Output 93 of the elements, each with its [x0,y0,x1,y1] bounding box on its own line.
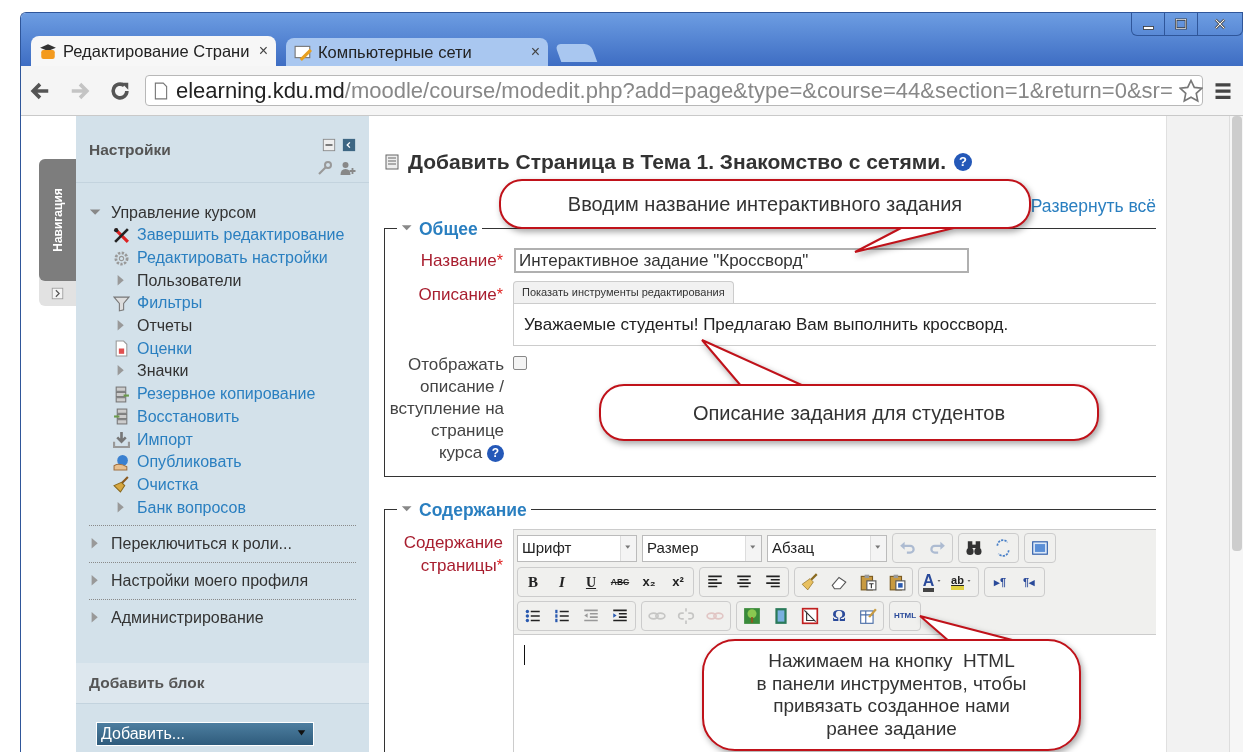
menu-icon[interactable] [1213,80,1233,101]
replace-icon [994,539,1012,557]
editor-text: Уважаемые студенты! Предлагаю Вам выполнить кроссворд. [524,313,1009,336]
toolbar-button[interactable]: A [921,570,947,594]
page-icon [384,152,400,171]
new-tab-button[interactable] [554,44,598,62]
brush-icon [801,573,819,591]
star-icon[interactable] [1178,78,1203,103]
sidebar-item[interactable]: Администрирование [111,605,264,630]
text-field[interactable]: Интерактивное задание "Кроссворд" [514,247,969,273]
callout-text: Нажимаем на кнопку HTML в панели инструментов, чтобы привязать созданное нами ранее задание [756,650,1027,740]
navigation-tab[interactable]: Навигация [39,159,76,281]
field-label: Название* [420,250,503,270]
toolbar-button[interactable]: x² [665,570,691,594]
close-icon [1213,17,1227,31]
checkbox[interactable] [513,355,527,370]
server-icon [113,408,130,426]
toolbar-button[interactable]: B [520,570,546,594]
broom-icon [113,476,130,494]
download-icon [113,431,130,449]
field-label: Содержание страницы* [403,533,503,575]
sidebar-item[interactable]: Настройки моего профиля [111,568,309,593]
sidebar-item[interactable]: Переключиться к роли... [111,531,292,556]
table-pencil-icon [859,607,877,625]
page-icon [152,80,170,101]
toolbar-dropdown[interactable]: Размер [642,534,762,562]
funnel-icon [113,294,130,312]
browser-tab[interactable]: Редактирование Страни × [31,36,276,66]
binoculars-icon [965,539,983,557]
tab-title: Компьютерные сети [318,41,473,63]
toolbar-button[interactable]: U [578,570,604,594]
toolbar-button[interactable]: ▸¶ [987,570,1013,594]
section-legend[interactable]: Содержание [419,496,527,523]
dock-icon[interactable] [342,138,356,152]
undo-icon [899,539,917,557]
toolbar-button[interactable]: I [549,570,575,594]
sidebar-item[interactable]: Управление курсом [111,200,257,225]
note-pencil-icon [294,43,312,61]
toolbar-dropdown[interactable]: Абзац [767,534,887,562]
cap-icon [39,42,57,60]
server-icon [113,385,130,403]
toolbar-button[interactable]: ABC [607,570,633,594]
globe-icon [113,453,130,471]
numbered-list-icon [553,607,571,625]
unlink-icon [677,607,695,625]
field-label: Отображать описание / вступление на странице курса ? [388,353,504,464]
dock-expand-icon[interactable] [51,287,64,300]
gear-icon [113,249,130,267]
toolbar-button[interactable]: HTML [892,604,918,628]
maximize-icon [1174,17,1188,31]
redo-icon [928,539,946,557]
section-legend[interactable]: Общее [419,215,478,242]
minimize-icon [1142,26,1154,30]
crossed-square-icon [801,607,819,625]
tab-close-button[interactable]: × [258,39,268,63]
window-icon [1031,539,1049,557]
sidebar-link[interactable]: Значки [137,359,189,384]
wrench-icon[interactable] [317,160,333,176]
toolbar-button[interactable]: ab [950,570,976,594]
tools-icon [113,226,130,244]
expand-all-link[interactable]: Развернуть всё [1030,193,1156,220]
scrollbar-thumb[interactable] [1232,116,1242,551]
tab-title: Редактирование Страни [63,40,251,62]
film-icon [772,607,790,625]
description-editor[interactable]: Уважаемые студенты! Предлагаю Вам выполнить кроссворд. [513,302,1156,346]
toolbar-button[interactable]: Ω [826,604,852,628]
page-title: Добавить Страница в Тема 1. Знакомство с сетями. [408,149,947,175]
block-title: Настройки [89,140,171,160]
bullet-list-icon [524,607,542,625]
toolbar-button[interactable]: x₂ [636,570,662,594]
show-tools-tab[interactable]: Показать инструменты редактирования [513,280,734,303]
clipboard-icon [859,573,877,591]
help-icon[interactable]: ? [487,444,504,462]
reload-icon [109,79,131,102]
block-title: Добавить блок [89,673,205,694]
toolbar-button[interactable]: ¶◂ [1016,570,1042,594]
field-label: Описание* [418,284,503,304]
clipboard-icon [888,573,906,591]
document-icon [113,340,130,358]
tree-picture-icon [743,607,761,625]
scrollbar[interactable] [1229,116,1243,752]
add-block-select[interactable]: Добавить... [96,722,314,746]
browser-tab[interactable]: Компьютерные сети × [286,38,548,66]
callout-text: Вводим название интерактивного задания [567,192,963,217]
user-plus-icon[interactable] [339,160,356,176]
toolbar-dropdown[interactable]: Шрифт [517,534,637,562]
text-cursor [524,645,525,665]
collapse-icon[interactable] [322,138,336,152]
sidebar-link[interactable]: Отчеты [137,314,193,339]
sidebar-link[interactable]: Пользователи [137,268,242,293]
help-icon[interactable]: ? [954,152,973,171]
callout-text: Описание задания для студентов [692,400,1006,426]
tab-close-button[interactable]: × [530,40,540,64]
